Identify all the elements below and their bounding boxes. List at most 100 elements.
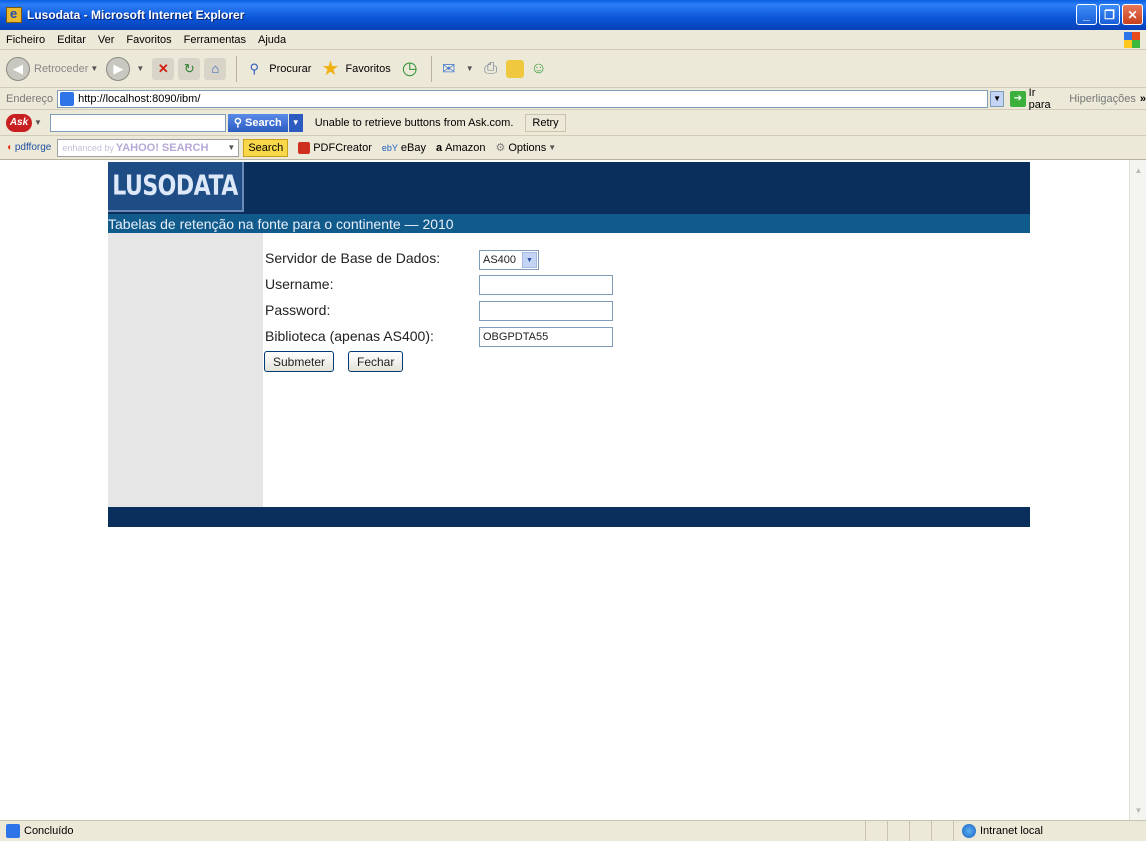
site-header: LUSODATA bbox=[108, 162, 1030, 214]
menu-ferramentas[interactable]: Ferramentas bbox=[184, 34, 246, 46]
chevron-down-icon: ▼ bbox=[522, 252, 537, 268]
pdfforge-toolbar: ◖ pdfforge enhanced by YAHOO! SEARCH ▼ S… bbox=[0, 136, 1146, 160]
favorites-label: Favoritos bbox=[345, 62, 391, 75]
options-dropdown-icon: ▼ bbox=[548, 143, 557, 152]
status-cell bbox=[888, 821, 910, 841]
yahoo-search-input[interactable]: enhanced by YAHOO! SEARCH ▼ bbox=[57, 138, 240, 157]
window-controls: _ ❐ ✕ bbox=[1076, 4, 1143, 25]
scroll-down-icon[interactable]: ▼ bbox=[1131, 802, 1146, 818]
gear-icon: ⚙ bbox=[495, 142, 506, 154]
pdfcreator-button[interactable]: PDFCreator bbox=[298, 141, 372, 154]
options-button[interactable]: ⚙ Options ▼ bbox=[495, 141, 557, 155]
ask-dropdown-icon[interactable]: ▼ bbox=[34, 118, 42, 127]
ask-message: Unable to retrieve buttons from Ask.com. bbox=[314, 116, 514, 129]
options-label: Options bbox=[508, 141, 547, 154]
forward-dropdown-icon[interactable]: ▼ bbox=[136, 64, 144, 73]
done-page-icon bbox=[6, 824, 20, 838]
yahoo-dropdown-icon[interactable]: ▼ bbox=[227, 143, 235, 152]
pdfforge-logo[interactable]: ◖ pdfforge bbox=[6, 142, 51, 153]
close-button[interactable]: ✕ bbox=[1122, 4, 1143, 25]
pdfforge-search-button[interactable]: Search bbox=[243, 138, 289, 157]
page-subtitle: Tabelas de retenção na fonte para o cont… bbox=[108, 214, 1030, 233]
menu-ajuda[interactable]: Ajuda bbox=[258, 34, 286, 46]
submit-button[interactable]: Submeter bbox=[264, 351, 335, 372]
standard-toolbar: ◀ Retroceder ▼ ▶ ▼ ✕ ↻ ⌂ ⚲ Procurar ★ Fa… bbox=[0, 50, 1146, 88]
ask-search-dropdown-icon[interactable]: ▼ bbox=[288, 113, 303, 132]
ebay-label: eBay bbox=[400, 141, 426, 154]
edit-icon[interactable] bbox=[505, 59, 524, 78]
password-field[interactable] bbox=[479, 301, 613, 321]
globe-icon bbox=[962, 824, 976, 838]
amazon-button[interactable]: a Amazon bbox=[436, 142, 485, 154]
favorites-button[interactable]: ★ Favoritos bbox=[319, 58, 390, 80]
address-dropdown-icon[interactable]: ▼ bbox=[989, 90, 1005, 107]
star-icon: ★ bbox=[321, 58, 340, 80]
amazon-icon: a bbox=[435, 141, 443, 154]
forward-arrow-icon: ▶ bbox=[106, 56, 131, 81]
ask-retry-button[interactable]: Retry bbox=[525, 113, 566, 132]
status-cell bbox=[866, 821, 888, 841]
home-icon[interactable]: ⌂ bbox=[204, 57, 227, 80]
chevron-right-icon[interactable]: » bbox=[1140, 93, 1146, 105]
site-footer bbox=[108, 507, 1030, 527]
menu-ficheiro[interactable]: Ficheiro bbox=[6, 34, 45, 46]
address-url: http://localhost:8090/ibm/ bbox=[78, 92, 201, 105]
amazon-label: Amazon bbox=[445, 141, 486, 154]
ask-logo[interactable]: Ask bbox=[6, 113, 32, 132]
toolbar-separator bbox=[430, 55, 432, 82]
status-left: Concluído bbox=[0, 821, 866, 841]
back-arrow-icon: ◀ bbox=[6, 56, 30, 81]
left-sidebar bbox=[108, 233, 263, 507]
back-button[interactable]: ◀ Retroceder ▼ bbox=[6, 56, 98, 81]
status-text: Concluído bbox=[24, 825, 74, 837]
ie-icon bbox=[6, 6, 22, 23]
magnifier-icon: ⚲ bbox=[233, 117, 242, 129]
password-label: Password: bbox=[265, 302, 331, 318]
maximize-button[interactable]: ❐ bbox=[1099, 4, 1120, 25]
toolbar-separator bbox=[236, 55, 238, 82]
library-field[interactable]: OBGPDTA55 bbox=[479, 327, 613, 347]
search-button[interactable]: ⚲ Procurar bbox=[243, 58, 312, 80]
forward-button[interactable]: ▶ ▼ bbox=[106, 56, 144, 81]
search-icon: ⚲ bbox=[249, 60, 260, 76]
links-label[interactable]: Hiperligações bbox=[1069, 93, 1136, 105]
page-icon bbox=[60, 91, 75, 106]
status-cell bbox=[932, 821, 954, 841]
pdfforge-logo-text: pdfforge bbox=[14, 142, 52, 153]
close-form-button[interactable]: Fechar bbox=[348, 351, 404, 372]
db-server-label: Servidor de Base de Dados: bbox=[265, 250, 441, 266]
search-label: Procurar bbox=[269, 62, 312, 75]
menu-ver[interactable]: Ver bbox=[98, 34, 115, 46]
username-label: Username: bbox=[265, 276, 334, 292]
db-server-select[interactable]: AS400 ▼ bbox=[479, 250, 539, 270]
messenger-icon[interactable]: ☺ bbox=[528, 58, 550, 80]
pdf-icon bbox=[298, 141, 311, 154]
username-field[interactable] bbox=[479, 275, 613, 295]
window-title: Lusodata - Microsoft Internet Explorer bbox=[27, 8, 245, 22]
go-arrow-icon[interactable]: ➔ bbox=[1010, 90, 1026, 107]
minimize-button[interactable]: _ bbox=[1076, 4, 1097, 25]
status-bar: Concluído Intranet local bbox=[0, 820, 1146, 841]
mail-dropdown-icon[interactable]: ▼ bbox=[466, 64, 474, 73]
vertical-scrollbar[interactable]: ▲ ▼ bbox=[1129, 160, 1146, 820]
status-cell bbox=[910, 821, 932, 841]
address-input[interactable]: http://localhost:8090/ibm/ bbox=[57, 89, 988, 108]
yahoo-prefix: enhanced by bbox=[62, 142, 114, 153]
mail-icon[interactable]: ✉ bbox=[438, 58, 460, 80]
scroll-up-icon[interactable]: ▲ bbox=[1131, 162, 1146, 178]
refresh-icon[interactable]: ↻ bbox=[178, 57, 201, 80]
menu-favoritos[interactable]: Favoritos bbox=[126, 34, 171, 46]
ask-search-button[interactable]: ⚲ Search bbox=[227, 113, 288, 132]
menu-editar[interactable]: Editar bbox=[57, 34, 86, 46]
security-zone[interactable]: Intranet local bbox=[954, 824, 1043, 838]
go-label[interactable]: Ir para bbox=[1029, 87, 1060, 111]
ask-search-input[interactable] bbox=[49, 113, 226, 132]
db-server-value: AS400 bbox=[483, 254, 517, 266]
address-bar: Endereço http://localhost:8090/ibm/ ▼ ➔ … bbox=[0, 87, 1146, 111]
back-dropdown-icon[interactable]: ▼ bbox=[90, 64, 98, 73]
stop-icon[interactable]: ✕ bbox=[152, 57, 175, 80]
print-icon[interactable]: ⎙ bbox=[480, 58, 502, 80]
ebay-button[interactable]: ebY eBay bbox=[382, 142, 426, 154]
ebay-icon: ebY bbox=[381, 142, 398, 153]
history-icon[interactable]: ◷ bbox=[399, 58, 421, 80]
